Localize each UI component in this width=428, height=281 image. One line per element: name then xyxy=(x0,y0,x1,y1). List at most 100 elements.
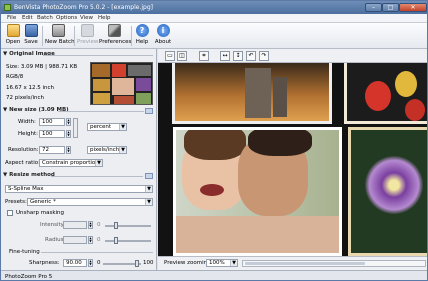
close-button[interactable]: ✕ xyxy=(399,3,427,12)
toolbar-separator xyxy=(42,26,43,46)
menu-bar: File Edit Batch Options View Help xyxy=(1,14,427,23)
original-resolution-text: 72 pixels/inch xyxy=(6,95,45,101)
divider xyxy=(43,55,153,56)
intensity-min-label: 0 xyxy=(97,222,101,228)
radius-slider-handle[interactable] xyxy=(114,237,118,244)
single-view-icon[interactable]: ▭ xyxy=(165,51,175,61)
menu-batch[interactable]: Batch xyxy=(37,15,53,21)
panel-options-icon[interactable] xyxy=(145,108,153,114)
size-unit-select[interactable]: percent ▼ xyxy=(87,123,127,131)
height-label: Height: xyxy=(18,131,39,137)
resize-method-select[interactable]: S-Spline Max ▼ xyxy=(5,185,153,193)
radius-input[interactable] xyxy=(63,236,87,244)
preview-photo xyxy=(172,63,332,124)
help-button[interactable]: ? Help xyxy=(134,24,150,48)
intensity-input[interactable] xyxy=(63,221,87,229)
chevron-down-icon: ▼ xyxy=(95,160,102,166)
help-icon: ? xyxy=(135,24,149,37)
chevron-down-icon: ▼ xyxy=(145,186,152,192)
original-mode-text: RGB/8 xyxy=(6,74,24,80)
preview-icon xyxy=(80,24,94,37)
menu-edit[interactable]: Edit xyxy=(22,15,33,21)
preview-photo xyxy=(344,63,427,124)
width-input[interactable]: 100 xyxy=(39,118,65,126)
original-size-text: Size: 3.09 MB | 988.71 KB xyxy=(6,64,78,70)
sharpness-slider-handle[interactable] xyxy=(135,260,139,267)
divider xyxy=(58,111,144,112)
height-stepper[interactable]: ▲ ▼ xyxy=(66,130,71,138)
tools-icon xyxy=(107,24,121,37)
original-image-thumbnail xyxy=(90,62,153,105)
about-button[interactable]: i About xyxy=(154,24,172,48)
app-window: BenVista PhotoZoom Pro 5.0.2 - [example.… xyxy=(0,0,428,281)
menu-help[interactable]: Help xyxy=(98,15,111,21)
status-bar: PhotoZoom Pro 5 xyxy=(1,270,427,280)
unsharp-masking-label: Unsharp masking xyxy=(16,210,65,216)
panel-options-icon[interactable] xyxy=(145,173,153,179)
sharpness-stepper[interactable]: ▲ ▼ xyxy=(88,259,93,267)
height-input[interactable]: 100 xyxy=(39,130,65,138)
chevron-down-icon: ▼ xyxy=(119,124,126,130)
toolbar-separator xyxy=(131,26,132,46)
resolution-stepper[interactable]: ▲ ▼ xyxy=(66,146,71,154)
sharpness-max-label: 100 xyxy=(143,260,154,266)
preview-button[interactable]: Preview xyxy=(77,24,98,48)
fine-tuning-label: Fine-tuning xyxy=(9,249,40,255)
split-view-icon[interactable]: ◫ xyxy=(177,51,187,61)
fit-height-icon[interactable]: ↕ xyxy=(233,51,243,61)
intensity-stepper[interactable]: ▲ ▼ xyxy=(88,221,93,229)
new-batch-button[interactable]: New Batch xyxy=(45,24,75,48)
menu-view[interactable]: View xyxy=(80,15,93,21)
presets-select[interactable]: Generic * ▼ xyxy=(27,198,153,206)
preview-zoom-select[interactable]: 100% ▼ xyxy=(206,259,238,267)
preview-area: ▭ ◫ ⌗ ↔ ↕ ↶ ↷ Preview zooming: 100% ▼ xyxy=(158,49,427,270)
resolution-input[interactable]: 72 xyxy=(39,146,65,154)
radius-slider[interactable] xyxy=(105,240,151,242)
crop-icon[interactable]: ⌗ xyxy=(199,51,209,61)
scrollbar-thumb[interactable] xyxy=(245,262,365,265)
fit-width-icon[interactable]: ↔ xyxy=(220,51,230,61)
resolution-unit-select[interactable]: pixels/inch ▼ xyxy=(87,146,127,154)
sharpness-min-label: 0 xyxy=(97,260,101,266)
settings-panel: ▼ Original Image Size: 3.09 MB | 988.71 … xyxy=(1,49,157,270)
aspect-ratio-label: Aspect ratio: xyxy=(5,160,40,166)
aspect-ratio-select[interactable]: Constrain proportions ▼ xyxy=(39,159,103,167)
preview-zoom-bar: Preview zooming: 100% ▼ xyxy=(158,256,427,270)
rotate-right-icon[interactable]: ↷ xyxy=(259,51,269,61)
image-preview-canvas[interactable] xyxy=(158,63,427,256)
batch-icon xyxy=(51,24,65,37)
intensity-slider-handle[interactable] xyxy=(114,222,118,229)
floppy-disk-icon xyxy=(24,24,38,37)
sharpness-label: Sharpness: xyxy=(29,260,60,266)
divider xyxy=(41,252,153,253)
presets-label: Presets: xyxy=(5,199,27,205)
resize-method-header[interactable]: ▼ Resize method xyxy=(3,172,55,180)
preview-photo xyxy=(173,127,342,256)
unsharp-masking-checkbox[interactable] xyxy=(7,210,13,216)
divider xyxy=(51,176,143,177)
original-dimensions-text: 16.67 x 12.5 inch xyxy=(6,85,55,91)
radius-stepper[interactable]: ▲ ▼ xyxy=(88,236,93,244)
save-button[interactable]: Save xyxy=(23,24,39,48)
width-stepper[interactable]: ▲ ▼ xyxy=(66,118,71,126)
chevron-down-icon: ▼ xyxy=(230,260,237,266)
preferences-button[interactable]: Preferences xyxy=(99,24,131,48)
menu-options[interactable]: Options xyxy=(56,15,77,21)
link-proportions-icon[interactable] xyxy=(73,118,78,138)
toolbar-separator xyxy=(74,26,75,46)
maximize-button[interactable]: □ xyxy=(382,3,399,12)
horizontal-scrollbar[interactable] xyxy=(242,260,426,267)
intensity-slider[interactable] xyxy=(105,225,151,227)
app-icon xyxy=(4,4,11,11)
status-text: PhotoZoom Pro 5 xyxy=(5,274,53,280)
sharpness-input[interactable]: 90.00 xyxy=(63,259,87,267)
radius-min-label: 0 xyxy=(97,237,101,243)
rotate-left-icon[interactable]: ↶ xyxy=(246,51,256,61)
menu-file[interactable]: File xyxy=(7,15,16,21)
info-icon: i xyxy=(156,24,170,37)
width-label: Width: xyxy=(18,119,36,125)
resolution-label: Resolution: xyxy=(8,147,39,153)
window-title: BenVista PhotoZoom Pro 5.0.2 - [example.… xyxy=(14,4,154,11)
minimize-button[interactable]: – xyxy=(365,3,382,12)
open-button[interactable]: Open xyxy=(5,24,21,48)
